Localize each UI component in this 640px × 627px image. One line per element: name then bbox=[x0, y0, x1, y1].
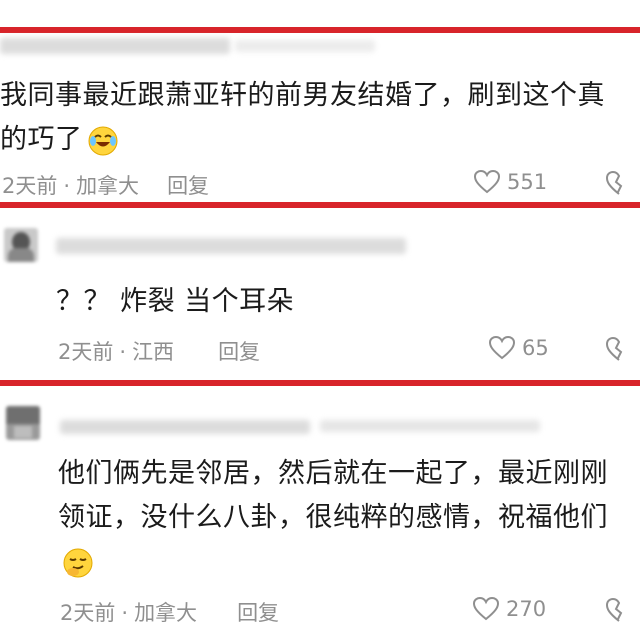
laughing-tears-emoji bbox=[88, 126, 117, 155]
blurred-username bbox=[56, 238, 406, 254]
reply-button[interactable]: 回复 bbox=[237, 597, 279, 627]
heart-outline-icon bbox=[472, 596, 500, 621]
comment-text: 他们俩先是邻居，然后就在一起了，最近刚刚领证，没什么八卦，很纯粹的感情，祝福他们 bbox=[58, 452, 628, 584]
like-button[interactable]: 551 bbox=[473, 168, 547, 196]
blurred-username bbox=[0, 38, 230, 54]
avatar bbox=[6, 406, 40, 440]
broken-heart-icon[interactable] bbox=[604, 595, 634, 625]
comment-location: 加拿大 bbox=[134, 601, 198, 625]
like-button[interactable]: 270 bbox=[472, 595, 546, 623]
comment-time: 2天前 bbox=[2, 174, 58, 198]
blurred-username bbox=[60, 420, 310, 434]
red-divider-middle bbox=[0, 202, 640, 208]
avatar bbox=[4, 228, 38, 262]
comment-meta: 2天前 · 加拿大 回复 bbox=[2, 170, 209, 200]
comment-location: 加拿大 bbox=[76, 174, 140, 198]
meta-separator: · bbox=[121, 601, 129, 625]
comment-text: ？？ 炸裂 当个耳朵 bbox=[56, 286, 295, 317]
like-count: 551 bbox=[507, 170, 548, 194]
comment-meta: 2天前 · 江西 回复 bbox=[58, 336, 260, 366]
broken-heart-icon[interactable] bbox=[604, 334, 634, 364]
like-count: 65 bbox=[522, 336, 549, 360]
red-divider-bottom bbox=[0, 380, 640, 386]
broken-heart-icon[interactable] bbox=[604, 168, 634, 198]
comment-location: 江西 bbox=[132, 340, 175, 364]
comment-time: 2天前 bbox=[60, 601, 116, 625]
reply-button[interactable]: 回复 bbox=[167, 170, 209, 200]
smirk-hand-emoji bbox=[63, 548, 93, 577]
like-button[interactable]: 65 bbox=[488, 334, 549, 362]
heart-outline-icon bbox=[473, 169, 501, 194]
red-divider-top bbox=[0, 27, 640, 33]
meta-separator: · bbox=[63, 174, 71, 198]
blurred-username-fade bbox=[320, 420, 540, 432]
comment-time: 2天前 bbox=[58, 340, 114, 364]
comment-text: 我同事最近跟萧亚轩的前男友结婚了，刷到这个真的巧了 bbox=[0, 80, 605, 155]
like-count: 270 bbox=[506, 597, 547, 621]
reply-button[interactable]: 回复 bbox=[218, 336, 260, 366]
comment-meta: 2天前 · 加拿大 回复 bbox=[60, 597, 279, 627]
meta-separator: · bbox=[119, 340, 127, 364]
blurred-username-fade bbox=[235, 40, 375, 52]
heart-outline-icon bbox=[488, 335, 516, 360]
